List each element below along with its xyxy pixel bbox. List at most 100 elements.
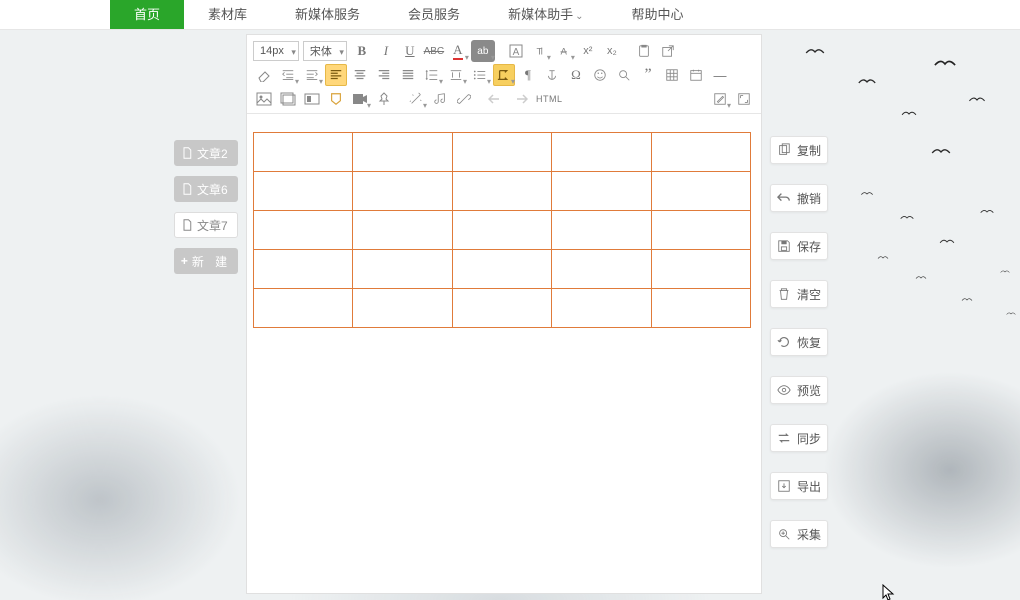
paragraph-button[interactable]: ¶	[517, 64, 539, 86]
nav-tab-help[interactable]: 帮助中心	[607, 0, 707, 29]
document-icon	[181, 147, 193, 159]
doc-item-label: 文章2	[197, 145, 228, 162]
magic-button[interactable]	[405, 88, 427, 110]
nav-tab-assistant[interactable]: 新媒体助手⌄	[484, 0, 607, 29]
copy-icon	[777, 143, 791, 157]
nav-tab-home[interactable]: 首页	[110, 0, 184, 29]
font-size-select[interactable]: 14px▾	[253, 41, 299, 61]
text-transform-button[interactable]: T	[529, 40, 551, 62]
doc-item-label: 文章7	[197, 217, 228, 234]
svg-text:A: A	[513, 47, 520, 58]
export-icon	[777, 479, 791, 493]
quote-button[interactable]: ”	[637, 64, 659, 86]
nav-tab-member[interactable]: 会员服务	[384, 0, 484, 29]
action-label: 恢复	[797, 334, 821, 351]
editor-panel: 14px▾ 宋体▾ B I U ABC A ab A T A x² x₂	[246, 34, 762, 594]
video-button[interactable]	[349, 88, 371, 110]
doc-item-2[interactable]: 文章6	[174, 176, 238, 202]
svg-text:A: A	[560, 47, 567, 58]
edit-mode-button[interactable]	[709, 88, 731, 110]
emoji-button[interactable]	[589, 64, 611, 86]
action-label: 清空	[797, 286, 821, 303]
restore-icon	[777, 335, 791, 349]
letter-spacing-button[interactable]	[445, 64, 467, 86]
action-label: 采集	[797, 526, 821, 543]
subscript-button[interactable]: x₂	[601, 40, 623, 62]
underline-button[interactable]: U	[399, 40, 421, 62]
nav-tab-service[interactable]: 新媒体服务	[271, 0, 384, 29]
calendar-button[interactable]	[685, 64, 707, 86]
action-label: 保存	[797, 238, 821, 255]
action-sync[interactable]: 同步	[770, 424, 828, 452]
align-left-button[interactable]	[325, 64, 347, 86]
editor-canvas[interactable]	[247, 114, 761, 593]
doc-item-1[interactable]: 文章2	[174, 140, 238, 166]
image-button[interactable]	[253, 88, 275, 110]
card-button[interactable]	[301, 88, 323, 110]
document-icon	[181, 183, 193, 195]
doc-item-3[interactable]: 文章7	[174, 212, 238, 238]
action-save[interactable]: 保存	[770, 232, 828, 260]
line-height-button[interactable]	[421, 64, 443, 86]
minus-button[interactable]: —	[709, 64, 731, 86]
align-justify-button[interactable]	[397, 64, 419, 86]
action-clear[interactable]: 清空	[770, 280, 828, 308]
undo-button[interactable]	[485, 88, 507, 110]
text-box-button[interactable]: A	[505, 40, 527, 62]
sync-icon	[777, 431, 791, 445]
fullscreen-button[interactable]	[733, 88, 755, 110]
background-color-button[interactable]: ab	[471, 40, 495, 62]
indent-right-button[interactable]	[301, 64, 323, 86]
nav-tab-library[interactable]: 素材库	[184, 0, 271, 29]
editor-table[interactable]	[253, 132, 751, 328]
superscript-button[interactable]: x²	[577, 40, 599, 62]
chevron-down-icon: ⌄	[575, 11, 583, 22]
font-color-button[interactable]: A	[447, 40, 469, 62]
plus-icon: +	[181, 254, 188, 268]
text-direction-button[interactable]	[493, 64, 515, 86]
doc-item-label: 文章6	[197, 181, 228, 198]
eraser-button[interactable]	[253, 64, 275, 86]
gallery-button[interactable]	[277, 88, 299, 110]
paste-button[interactable]	[633, 40, 655, 62]
emblem-button[interactable]	[325, 88, 347, 110]
action-preview[interactable]: 预览	[770, 376, 828, 404]
action-label: 同步	[797, 430, 821, 447]
omega-button[interactable]: Ω	[565, 64, 587, 86]
action-label: 预览	[797, 382, 821, 399]
redo-button[interactable]	[509, 88, 531, 110]
action-collect[interactable]: 采集	[770, 520, 828, 548]
clear-format-button[interactable]: A	[553, 40, 575, 62]
strikethrough-button[interactable]: ABC	[423, 40, 445, 62]
mouse-cursor-icon	[882, 584, 896, 600]
action-label: 复制	[797, 142, 821, 159]
pin-button[interactable]	[373, 88, 395, 110]
trash-icon	[777, 287, 791, 301]
table-button[interactable]	[661, 64, 683, 86]
new-document-button[interactable]: + 新 建	[174, 248, 238, 274]
action-restore[interactable]: 恢复	[770, 328, 828, 356]
music-button[interactable]	[429, 88, 451, 110]
font-family-select[interactable]: 宋体▾	[303, 41, 347, 61]
undo-icon	[777, 191, 791, 205]
external-link-button[interactable]	[657, 40, 679, 62]
align-center-button[interactable]	[349, 64, 371, 86]
action-copy[interactable]: 复制	[770, 136, 828, 164]
document-icon	[181, 219, 193, 231]
action-label: 撤销	[797, 190, 821, 207]
align-right-button[interactable]	[373, 64, 395, 86]
zoom-button[interactable]	[613, 64, 635, 86]
bold-button[interactable]: B	[351, 40, 373, 62]
collect-icon	[777, 527, 791, 541]
action-export[interactable]: 导出	[770, 472, 828, 500]
action-label: 导出	[797, 478, 821, 495]
anchor-button[interactable]	[541, 64, 563, 86]
list-button[interactable]	[469, 64, 491, 86]
link-button[interactable]	[453, 88, 475, 110]
new-label: 新 建	[192, 253, 231, 270]
editor-toolbar: 14px▾ 宋体▾ B I U ABC A ab A T A x² x₂	[247, 35, 761, 114]
action-undo[interactable]: 撤销	[770, 184, 828, 212]
italic-button[interactable]: I	[375, 40, 397, 62]
indent-left-button[interactable]	[277, 64, 299, 86]
source-code-button[interactable]: HTML	[533, 88, 566, 110]
